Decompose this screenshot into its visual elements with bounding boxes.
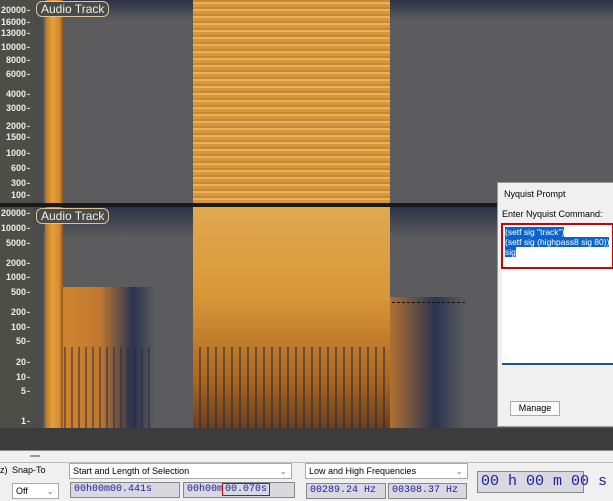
selection-start-field[interactable]: 00h00m00.441s (70, 482, 180, 498)
audio-energy-column (45, 207, 63, 428)
track-name-button[interactable]: Audio Track (36, 208, 110, 224)
frequency-tick-label: 2000 (6, 258, 30, 268)
manage-button[interactable]: Manage (510, 401, 560, 416)
frequency-tick-label: 600 (11, 163, 30, 173)
frequency-tick-label: 4000 (6, 89, 30, 99)
command-textarea[interactable]: (setf sig "track") (setf sig (highpass8 … (501, 223, 613, 365)
snap-value: Off (16, 486, 28, 496)
length-value: 00.070s (222, 483, 271, 496)
frequency-tick-label: 13000 (1, 28, 30, 38)
frequency-tick-label: 10000 (1, 42, 30, 52)
selection-mode-value: Start and Length of Selection (73, 466, 190, 476)
chevron-down-icon: ⌄ (279, 466, 287, 476)
audio-energy-block (193, 0, 390, 203)
frequency-tick-label: 1500 (6, 132, 30, 142)
snap-to-dropdown[interactable]: Off ⌄ (12, 483, 59, 499)
frequency-scale-top[interactable]: 20000 1600013000 10000 8000 6000 4000 3000 2000… (0, 0, 33, 203)
frequency-tick-label: 100 (11, 190, 30, 200)
frequency-tick-label: 20000 (1, 208, 30, 218)
low-frequency-field[interactable]: 00289.24 Hz (306, 483, 386, 499)
length-prefix: 00h00m (187, 484, 224, 495)
frequency-tick-label: 20 (16, 357, 30, 367)
selection-length-field[interactable]: 00h00m 00.070s (183, 482, 295, 498)
frequency-tick-label: 5 (21, 386, 30, 396)
track-name-button[interactable]: Audio Track (36, 1, 110, 17)
chevron-down-icon: ⌄ (46, 486, 54, 496)
frequency-tick-label: 10 (16, 372, 30, 382)
frequency-tick-label: 50 (16, 336, 30, 346)
frequency-mode-dropdown[interactable]: Low and High Frequencies ⌄ (305, 463, 468, 479)
prompt-label: Enter Nyquist Command: (502, 209, 603, 219)
frequency-scale-bottom[interactable]: 20000 10000 5000 2000 1000 500 200 100 50 20 10 5 1 (0, 207, 33, 428)
frequency-tick-label: 10000 (1, 223, 30, 233)
high-frequency-field[interactable]: 00308.37 Hz (388, 483, 467, 499)
frequency-tick-label: 1000 (6, 148, 30, 158)
frequency-tick-label: 5000 (6, 238, 30, 248)
frequency-tick-label: 16000 (1, 17, 30, 27)
frequency-tick-label: 2000 (6, 121, 30, 131)
snap-to-label: Snap-To (12, 465, 46, 475)
frequency-tick-label: 1 (21, 416, 30, 426)
frequency-tick-label: 6000 (6, 69, 30, 79)
frequency-tick-label: 3000 (6, 103, 30, 113)
frequency-tick-label: 8000 (6, 55, 30, 65)
frequency-tick-label: 100 (11, 322, 30, 332)
audio-position-field[interactable]: 00 h 00 m 00 s (477, 471, 607, 493)
frequency-selection-line[interactable] (392, 302, 465, 303)
frequency-tick-label: 200 (11, 307, 30, 317)
nyquist-prompt-dialog: Nyquist Prompt Enter Nyquist Command: (s… (497, 182, 613, 427)
chevron-down-icon: ⌄ (455, 466, 463, 476)
frequency-tick-label: 1000 (6, 272, 30, 282)
selection-mode-dropdown[interactable]: Start and Length of Selection ⌄ (69, 463, 292, 479)
spectrogram-top[interactable]: Audio Track (33, 0, 613, 203)
frequency-tick-label: 500 (11, 287, 30, 297)
selection-toolbar: z) Snap-To Off ⌄ Start and Length of Sele… (0, 462, 613, 501)
frequency-tick-label: 300 (11, 178, 30, 188)
dialog-title: Nyquist Prompt (504, 189, 566, 199)
frequency-mode-value: Low and High Frequencies (309, 466, 417, 476)
project-rate-label: z) (0, 465, 8, 475)
frequency-tick-label: 20000 (1, 5, 30, 15)
audio-energy-column (45, 0, 63, 203)
